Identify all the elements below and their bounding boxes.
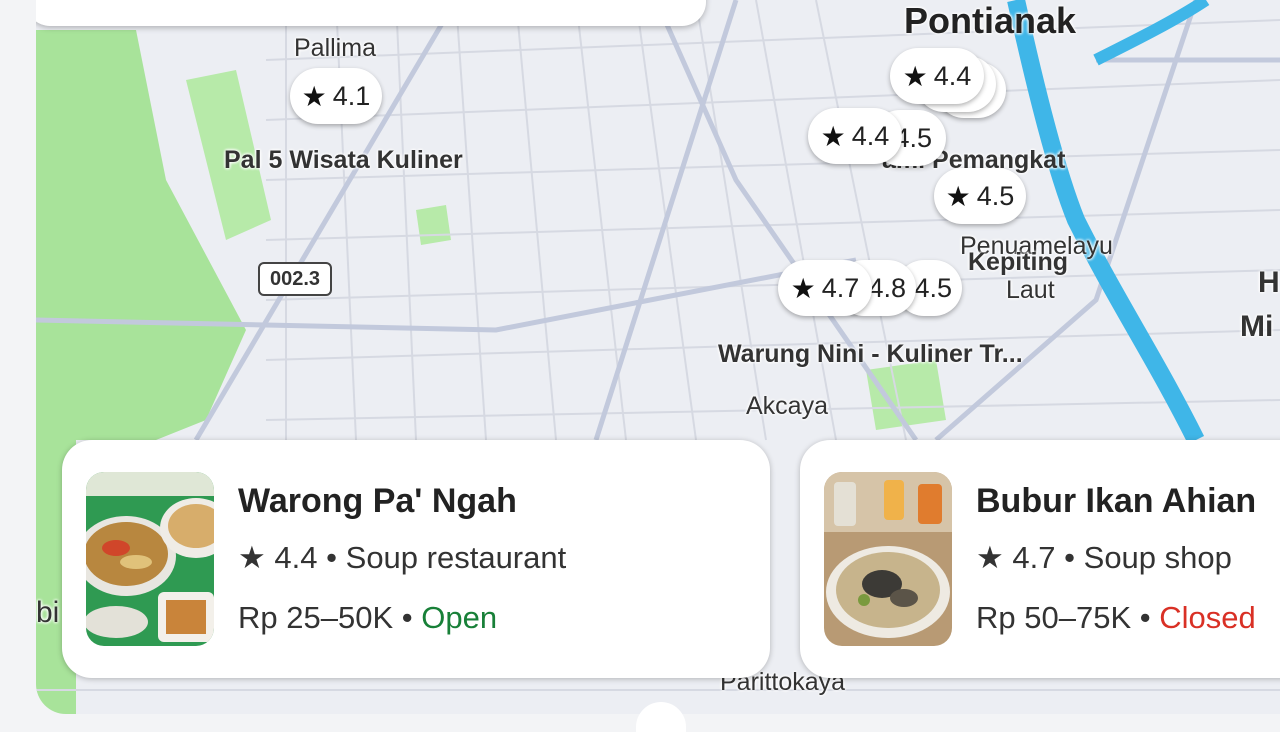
rating-value: 4.4	[274, 540, 318, 575]
separator: •	[326, 540, 338, 575]
place-photo	[824, 472, 952, 646]
place-rating-category: ★ 4.4 • Soup restaurant	[238, 540, 566, 576]
rating-pin[interactable]: ★ 4.1	[290, 68, 382, 124]
map-label-akcaya: Akcaya	[746, 392, 828, 420]
rating-value: 4.7	[1012, 540, 1056, 575]
star-icon: ★	[976, 540, 1004, 575]
river	[1007, 0, 1205, 445]
map-label-warung-nini[interactable]: Warung Nini - Kuliner Tr...	[718, 340, 1023, 369]
road-number-badge: 002.3	[258, 262, 332, 296]
rating-pin[interactable]: ★ 4.5	[934, 168, 1026, 224]
rating-pin[interactable]: ★ 4.4	[890, 48, 984, 104]
map-label-pal5[interactable]: Pal 5 Wisata Kuliner	[224, 146, 463, 175]
river-north	[1093, 0, 1210, 66]
map-label-kepiting[interactable]: Kepiting	[968, 248, 1068, 277]
map-label-edge-h: H	[1258, 266, 1280, 299]
place-card[interactable]: Bubur Ikan Ahian ★ 4.7 • Soup shop Rp 50…	[800, 440, 1280, 678]
park-area-small	[416, 205, 451, 245]
search-panel-edge	[36, 0, 706, 26]
separator: •	[401, 600, 413, 635]
closed-status: Closed	[1159, 600, 1256, 635]
star-icon: ★	[301, 80, 327, 112]
separator: •	[1139, 600, 1151, 635]
place-price-status: Rp 50–75K • Closed	[976, 600, 1256, 636]
map-label-edge-bi: bi	[36, 596, 60, 629]
rating-pin[interactable]: ★ 4.4	[808, 108, 902, 164]
map-label-pallima: Pallima	[294, 34, 376, 62]
rating-pin[interactable]: ★ 4.7	[778, 260, 872, 316]
star-icon: ★	[945, 180, 971, 212]
star-icon: ★	[790, 272, 816, 304]
map-label-city: Pontianak	[904, 0, 1077, 41]
park-area-akcaya	[866, 360, 946, 430]
place-category: Soup restaurant	[345, 540, 567, 575]
place-photo	[86, 472, 214, 646]
price-range: Rp 25–50K	[238, 600, 394, 635]
star-icon: ★	[238, 540, 266, 575]
place-rating-category: ★ 4.7 • Soup shop	[976, 540, 1232, 576]
star-icon: ★	[902, 60, 928, 92]
place-category: Soup shop	[1083, 540, 1232, 575]
star-icon: ★	[820, 120, 846, 152]
separator: •	[1064, 540, 1076, 575]
place-name: Warong Pa' Ngah	[238, 482, 517, 520]
place-price-status: Rp 25–50K • Open	[238, 600, 497, 636]
open-status: Open	[421, 600, 498, 635]
place-card[interactable]: Warong Pa' Ngah ★ 4.4 • Soup restaurant …	[62, 440, 770, 678]
map-label-edge-mi: Mi	[1240, 310, 1274, 343]
price-range: Rp 50–75K	[976, 600, 1132, 635]
place-name: Bubur Ikan Ahian	[976, 482, 1257, 520]
map-label-laut: Laut	[1006, 276, 1055, 304]
